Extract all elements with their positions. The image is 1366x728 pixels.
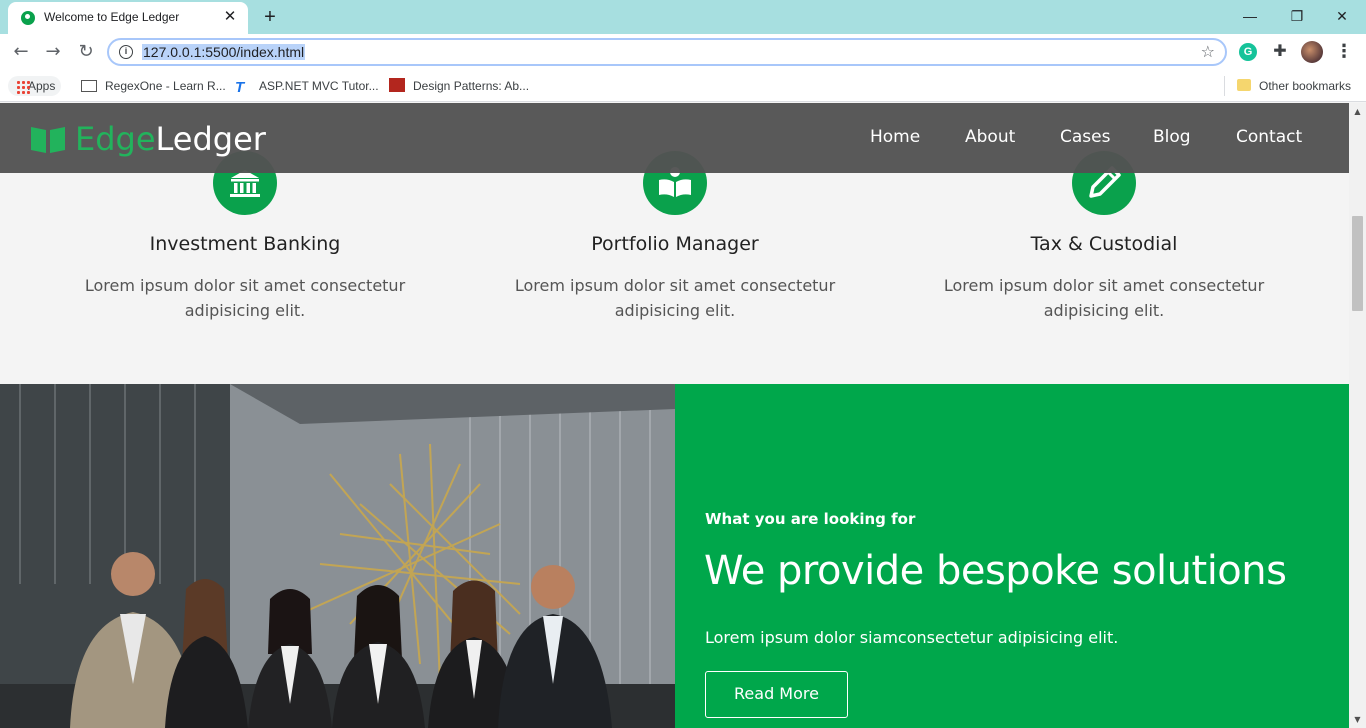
site-favicon-icon [21,11,35,25]
bookmark-regexone[interactable]: RegexOne - Learn R... [81,76,226,96]
site-navbar: EdgeLedger Home About Cases Blog Contact [0,103,1349,173]
nav-contact[interactable]: Contact [1236,127,1302,147]
bookmark-star-icon[interactable]: ☆ [1201,42,1215,61]
minimize-button[interactable]: — [1230,4,1270,28]
nav-about[interactable]: About [965,127,1015,147]
close-window-button[interactable]: ✕ [1322,4,1362,28]
scrollbar-thumb[interactable] [1352,216,1363,311]
other-bookmarks-label: Other bookmarks [1259,79,1352,93]
nav-blog[interactable]: Blog [1153,127,1191,147]
solutions-kicker: What you are looking for [705,510,916,528]
apps-grid-icon [16,80,30,94]
feature-title: Tax & Custodial [1030,233,1178,255]
solutions-headline: We provide bespoke solutions [704,548,1287,594]
regexone-favicon-icon [81,80,97,92]
profile-avatar[interactable] [1301,41,1323,63]
feature-title: Portfolio Manager [591,233,759,255]
new-tab-button[interactable]: + [258,5,282,29]
other-bookmarks[interactable]: Other bookmarks [1237,76,1351,96]
active-tab[interactable]: Welcome to Edge Ledger ✕ [8,2,248,34]
browser-menu-icon[interactable]: ⋮ [1334,41,1354,63]
bookmarks-bar: Apps RegexOne - Learn R... T ASP.NET MVC … [0,70,1366,102]
back-arrow-icon[interactable]: ← [9,40,33,64]
grammarly-extension-icon[interactable]: G [1239,43,1257,61]
bookmark-label: RegexOne - Learn R... [105,79,226,93]
feature-text: Lorem ipsum dolor sit amet consectetur a… [84,276,406,320]
bookmark-label: Design Patterns: Ab... [413,79,530,93]
address-bar[interactable]: i 127.0.0.1:5500/index.html ☆ [107,38,1227,66]
book-favicon-icon [389,78,405,92]
solutions-lead: Lorem ipsum dolor siamconsectetur adipis… [705,628,1119,647]
tab-title: Welcome to Edge Ledger [44,10,180,24]
feature-text: Lorem ipsum dolor sit amet consectetur a… [514,276,836,320]
restore-button[interactable]: ❐ [1277,4,1317,28]
scroll-down-arrow-icon[interactable]: ▼ [1349,711,1366,728]
solutions-panel: What you are looking for We provide besp… [675,384,1349,728]
site-info-icon[interactable]: i [119,45,133,59]
bookmark-label: Apps [28,79,56,93]
url-text[interactable]: 127.0.0.1:5500/index.html [142,44,306,60]
nav-home[interactable]: Home [870,127,920,147]
forward-arrow-icon[interactable]: → [41,40,65,64]
page-viewport: EdgeLedger Home About Cases Blog Contact… [0,103,1366,728]
bookmarks-divider [1224,76,1225,96]
scroll-up-arrow-icon[interactable]: ▲ [1349,103,1366,120]
page-scrollbar[interactable]: ▲ ▼ [1349,103,1366,728]
team-photo [0,384,675,728]
nav-cases[interactable]: Cases [1060,127,1110,147]
feature-title: Investment Banking [149,233,341,255]
bookmark-design-patterns[interactable]: Design Patterns: Ab... [389,76,529,96]
browser-toolbar: ← → ↻ i 127.0.0.1:5500/index.html ☆ [0,34,1366,70]
bookmark-label: ASP.NET MVC Tutor... [259,79,379,93]
tab-strip: Welcome to Edge Ledger ✕ + — ❐ ✕ [0,0,1366,34]
logo-text: EdgeLedger [75,120,266,158]
reload-icon[interactable]: ↻ [74,40,98,64]
tab-close-icon[interactable]: ✕ [220,7,240,27]
bookmark-aspnet[interactable]: T ASP.NET MVC Tutor... [235,76,379,96]
read-more-button[interactable]: Read More [705,671,848,718]
feature-text: Lorem ipsum dolor sit amet consectetur a… [943,276,1265,320]
extensions-puzzle-icon[interactable]: ✚ [1270,41,1290,61]
folder-icon [1237,79,1251,91]
bookmark-apps[interactable]: Apps [8,76,62,96]
book-logo-icon [31,127,65,153]
tutorialsteacher-favicon-icon: T [235,79,245,96]
